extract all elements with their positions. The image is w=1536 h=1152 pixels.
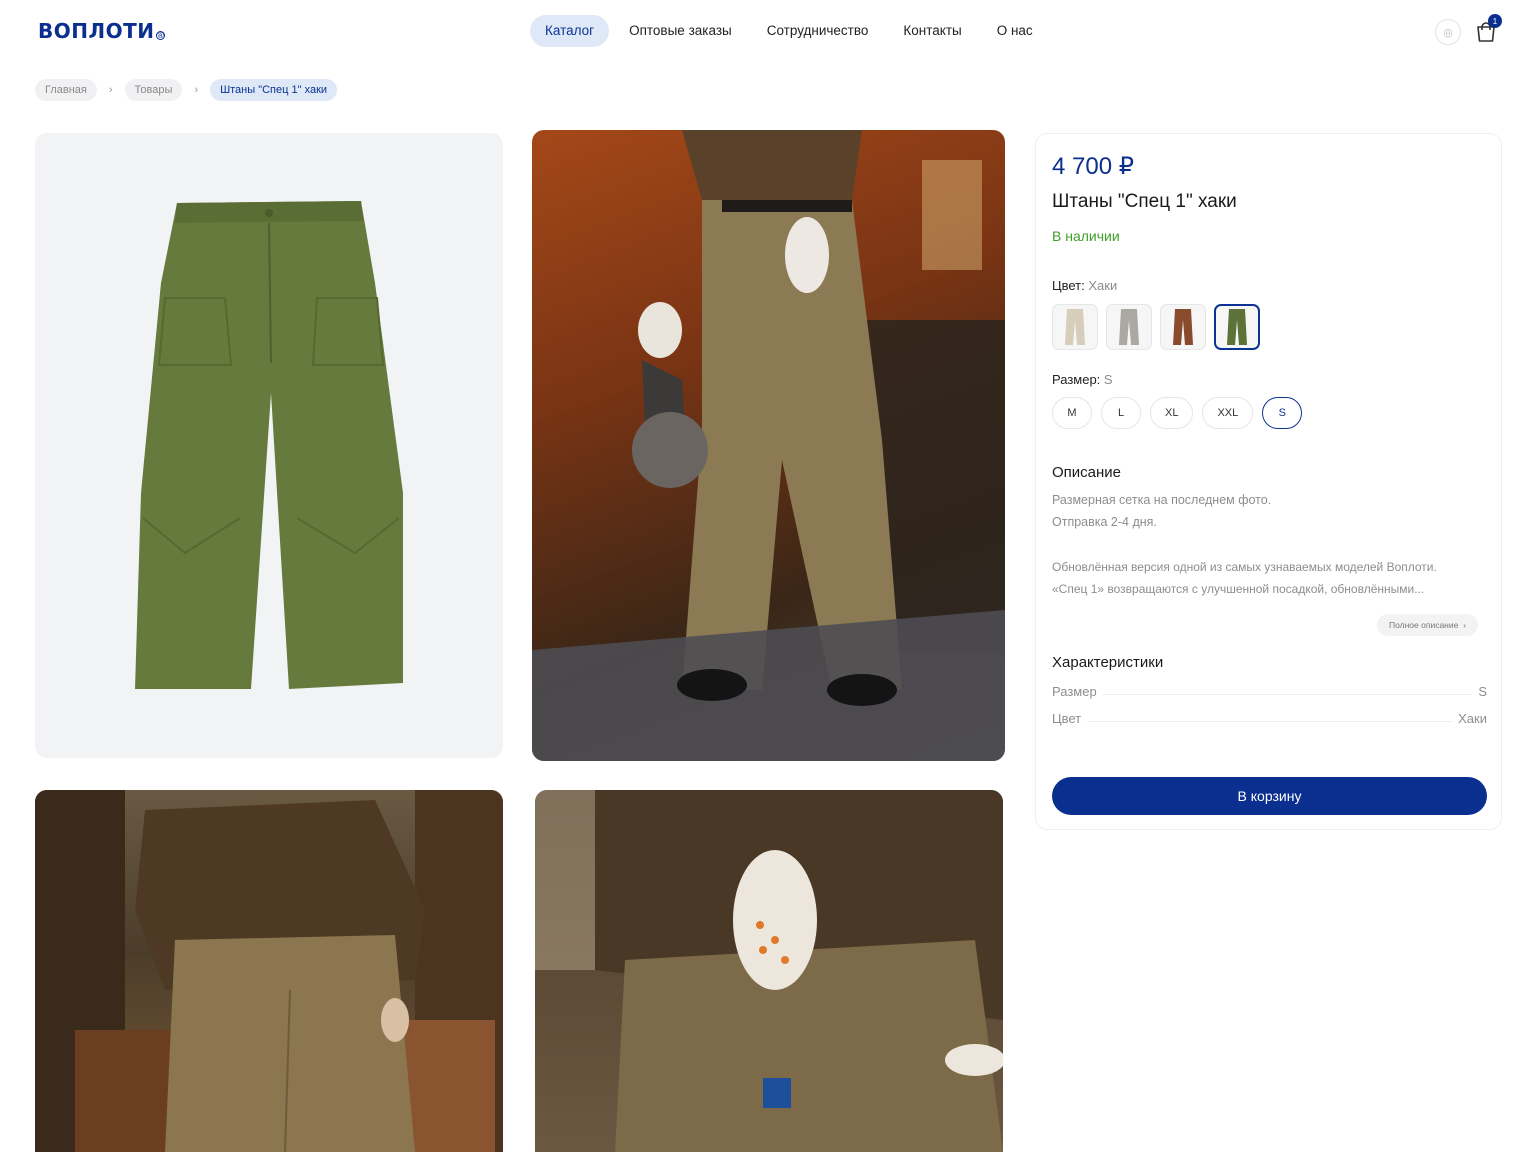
color-swatches xyxy=(1052,304,1268,350)
description-line: Обновлённая версия одной из самых узнава… xyxy=(1052,560,1437,574)
spec-value: S xyxy=(1478,684,1487,699)
color-swatch-brown[interactable] xyxy=(1160,304,1206,350)
description-line: Размерная сетка на последнем фото. xyxy=(1052,493,1272,507)
nav-item-contacts[interactable]: Контакты xyxy=(888,15,976,47)
description-heading: Описание xyxy=(1052,464,1122,481)
spec-row-size: Размер S xyxy=(1052,684,1487,699)
product-title: Штаны "Спец 1" хаки xyxy=(1052,191,1237,212)
cart-count-badge: 1 xyxy=(1488,14,1502,28)
main-nav: Каталог Оптовые заказы Сотрудничество Ко… xyxy=(530,15,1053,47)
nav-item-wholesale[interactable]: Оптовые заказы xyxy=(614,15,747,47)
size-label: Размер: xyxy=(1052,372,1101,387)
pocket-detail-illustration xyxy=(535,790,1003,1152)
chevron-right-icon: › xyxy=(1460,620,1466,630)
breadcrumb-home[interactable]: Главная xyxy=(35,79,97,101)
model-illustration xyxy=(532,130,1005,761)
breadcrumb: Главная › Товары › Штаны "Спец 1" хаки xyxy=(35,79,338,101)
product-photo-pocket-detail[interactable] xyxy=(535,790,1003,1152)
size-value: S xyxy=(1103,372,1113,387)
product-photo-model-back[interactable] xyxy=(35,790,503,1152)
color-value: Хаки xyxy=(1088,278,1118,293)
breadcrumb-current: Штаны "Спец 1" хаки xyxy=(210,79,338,101)
size-label-row: Размер: S xyxy=(1052,372,1113,387)
spec-value: Хаки xyxy=(1458,711,1487,726)
product-photo-main[interactable] xyxy=(35,133,503,758)
full-description-label: Полное описание xyxy=(1389,620,1459,630)
color-label: Цвет: xyxy=(1052,278,1085,293)
size-option-l[interactable]: L xyxy=(1101,397,1141,429)
color-swatch-grey[interactable] xyxy=(1106,304,1152,350)
size-option-s[interactable]: S xyxy=(1262,397,1303,429)
stock-status: В наличии xyxy=(1052,228,1120,244)
full-description-button[interactable]: Полное описание › xyxy=(1377,614,1478,636)
product-info-panel: 4 700 ₽ Штаны "Спец 1" хаки В наличии Цв… xyxy=(1035,133,1502,830)
description-line: «Спец 1» возвращаются с улучшенной посад… xyxy=(1052,582,1425,596)
price: 4 700 ₽ xyxy=(1052,153,1134,180)
spec-row-color: Цвет Хаки xyxy=(1052,711,1487,726)
spec-name: Размер xyxy=(1052,684,1097,699)
size-options: M L XL XXL S xyxy=(1052,397,1311,429)
chevron-right-icon: › xyxy=(108,84,113,96)
nav-item-catalog[interactable]: Каталог xyxy=(530,15,610,47)
breadcrumb-products[interactable]: Товары xyxy=(124,79,183,101)
size-option-xl[interactable]: XL xyxy=(1150,397,1194,429)
size-option-xxl[interactable]: XXL xyxy=(1202,397,1254,429)
product-photo-model-front[interactable] xyxy=(532,130,1005,761)
nav-item-cooperation[interactable]: Сотрудничество xyxy=(752,15,884,47)
nav-item-about[interactable]: О нас xyxy=(982,15,1048,47)
registered-icon: ® xyxy=(156,31,166,40)
spec-divider xyxy=(1087,721,1453,722)
pants-illustration xyxy=(135,201,403,689)
spec-divider xyxy=(1102,694,1473,695)
color-swatch-khaki[interactable] xyxy=(1214,304,1260,350)
model-back-illustration xyxy=(35,790,503,1152)
color-swatch-beige[interactable] xyxy=(1052,304,1098,350)
spec-name: Цвет xyxy=(1052,711,1082,726)
size-option-m[interactable]: M xyxy=(1052,397,1092,429)
color-label-row: Цвет: Хаки xyxy=(1052,278,1117,293)
description-body: Обновлённая версия одной из самых узнава… xyxy=(1052,556,1492,600)
logo-text: ВОПЛОТИ xyxy=(38,19,155,43)
specs-heading: Характеристики xyxy=(1052,654,1164,671)
add-to-cart-button[interactable]: В корзину xyxy=(1052,777,1487,815)
description-short: Размерная сетка на последнем фото. Отпра… xyxy=(1052,489,1492,533)
description-line: Отправка 2-4 дня. xyxy=(1052,515,1157,529)
circle-icon[interactable]: ◎ xyxy=(1435,19,1461,45)
logo[interactable]: ВОПЛОТИ ® xyxy=(38,19,166,43)
chevron-right-icon: › xyxy=(194,84,199,96)
